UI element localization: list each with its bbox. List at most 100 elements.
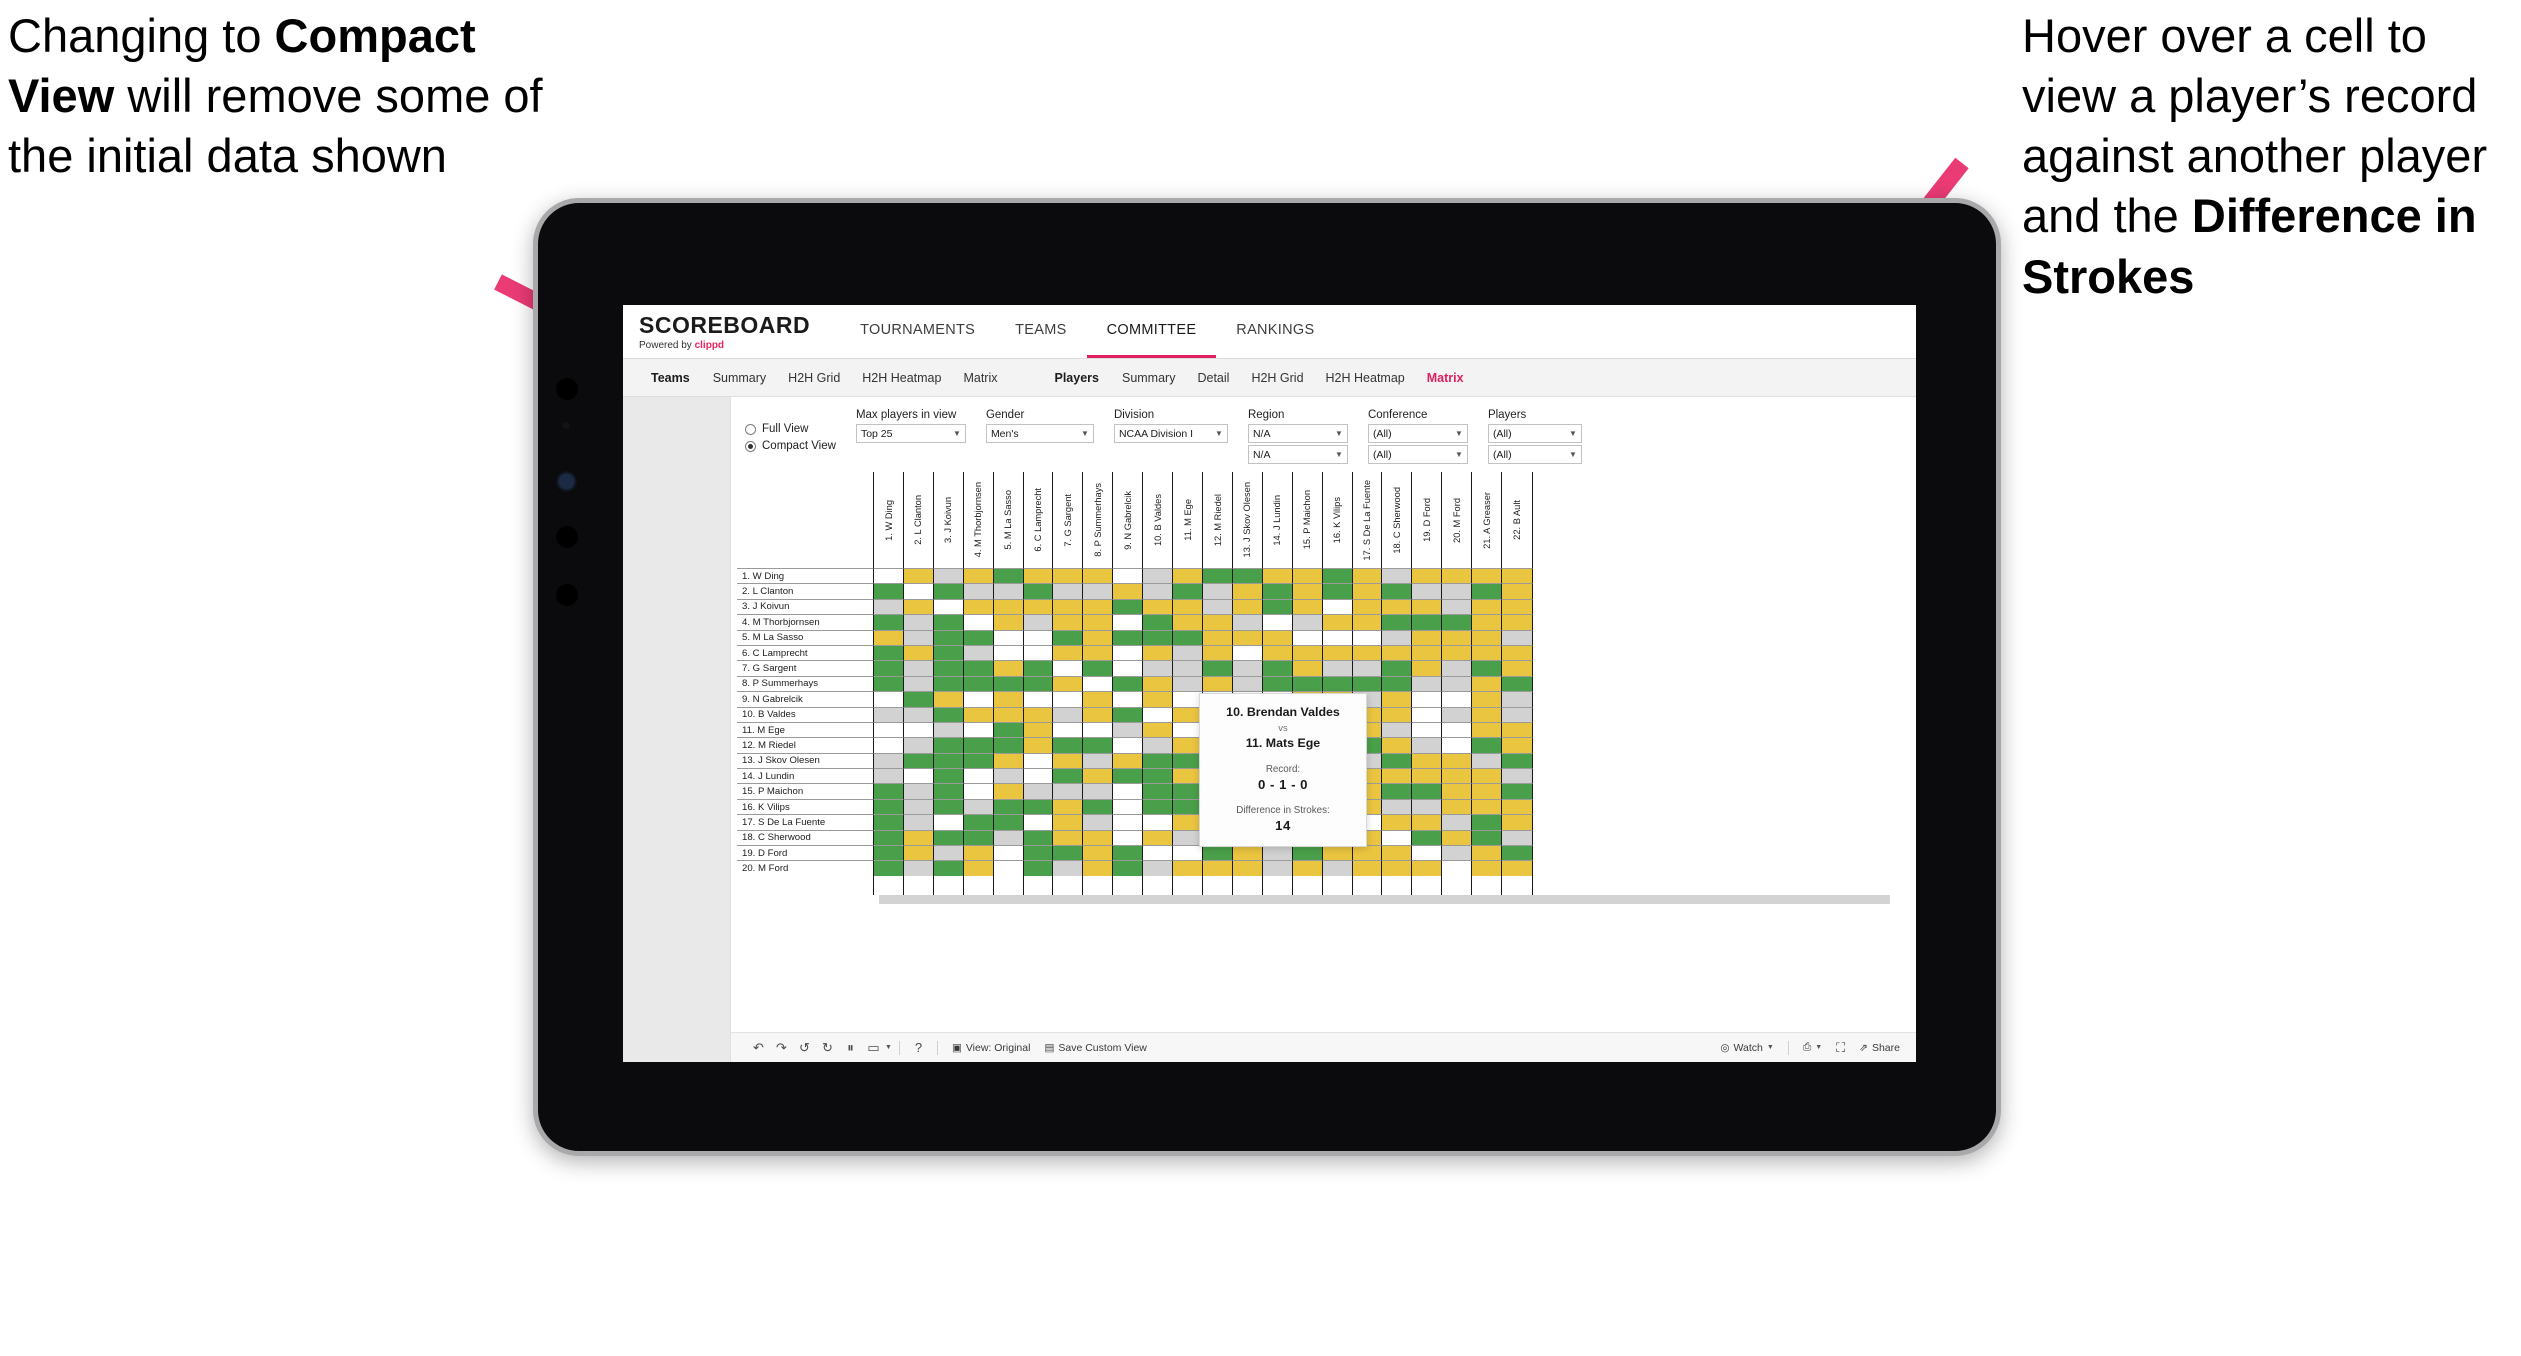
matrix-cell[interactable] <box>932 752 965 769</box>
matrix-cell[interactable] <box>1471 629 1503 645</box>
matrix-cell[interactable] <box>1052 737 1084 753</box>
tab-committee[interactable]: COMMITTEE <box>1086 305 1217 358</box>
matrix-cell[interactable] <box>1381 691 1413 707</box>
matrix-cell[interactable] <box>1142 752 1174 769</box>
matrix-cell[interactable] <box>1142 691 1174 707</box>
matrix-cell[interactable] <box>932 583 965 599</box>
matrix-cell[interactable] <box>1321 860 1354 876</box>
matrix-cell[interactable] <box>992 829 1025 846</box>
matrix-cell[interactable] <box>902 568 935 584</box>
matrix-cell[interactable] <box>1172 660 1204 676</box>
matrix-cell[interactable] <box>1142 598 1174 615</box>
matrix-cell[interactable] <box>902 691 935 707</box>
matrix-cell[interactable] <box>873 660 905 676</box>
matrix-cell[interactable] <box>1411 829 1443 846</box>
filter-max-players-select[interactable]: Top 25 ▼ <box>855 424 966 443</box>
matrix-cell[interactable] <box>1142 706 1174 722</box>
matrix-cell[interactable] <box>1201 614 1234 630</box>
matrix-cell[interactable] <box>1381 768 1413 784</box>
matrix-cell[interactable] <box>1082 583 1114 599</box>
matrix-cell[interactable] <box>902 845 935 861</box>
matrix-cell[interactable] <box>962 691 995 707</box>
matrix-cell[interactable] <box>1501 829 1533 846</box>
matrix-cell[interactable] <box>873 721 905 738</box>
matrix-cell[interactable] <box>873 783 905 799</box>
matrix-cell[interactable] <box>1291 675 1324 692</box>
matrix-cell[interactable] <box>1022 752 1055 769</box>
matrix-cell[interactable] <box>1231 568 1264 584</box>
matrix-cell[interactable] <box>1501 845 1533 861</box>
matrix-cell[interactable] <box>1082 721 1114 738</box>
matrix-cell[interactable] <box>1261 644 1294 661</box>
matrix-cell[interactable] <box>1411 675 1443 692</box>
matrix-cell[interactable] <box>1052 783 1084 799</box>
filter-division-select[interactable]: NCAA Division I ▼ <box>1113 424 1228 443</box>
matrix-cell[interactable] <box>1231 644 1264 661</box>
matrix-cell[interactable] <box>1201 598 1234 615</box>
matrix-cell[interactable] <box>992 660 1025 676</box>
matrix-cell[interactable] <box>1052 614 1084 630</box>
matrix-cell[interactable] <box>873 752 905 769</box>
matrix-cell[interactable] <box>1082 706 1114 722</box>
matrix-cell[interactable] <box>902 768 935 784</box>
filter-region-select-2[interactable]: N/A ▼ <box>1247 445 1348 464</box>
matrix-cell[interactable] <box>1501 660 1533 676</box>
help-icon[interactable]: ? <box>907 1038 930 1058</box>
matrix-cell[interactable] <box>1082 568 1114 584</box>
matrix-cell[interactable] <box>902 675 935 692</box>
matrix-cell[interactable] <box>1172 675 1204 692</box>
matrix-cell[interactable] <box>1112 768 1144 784</box>
matrix-cell[interactable] <box>1291 614 1324 630</box>
matrix-cell[interactable] <box>1321 629 1354 645</box>
matrix-cell[interactable] <box>1471 706 1503 722</box>
matrix-cell[interactable] <box>1172 598 1204 615</box>
matrix-cell[interactable] <box>1411 568 1443 584</box>
matrix-cell[interactable] <box>1142 768 1174 784</box>
matrix-cell[interactable] <box>1471 798 1503 815</box>
matrix-cell[interactable] <box>902 737 935 753</box>
matrix-cell[interactable] <box>1381 845 1413 861</box>
matrix-cell[interactable] <box>1022 691 1055 707</box>
matrix-cell[interactable] <box>992 814 1025 830</box>
matrix-cell[interactable] <box>1321 660 1354 676</box>
matrix-cell[interactable] <box>1022 568 1055 584</box>
matrix-cell[interactable] <box>992 629 1025 645</box>
matrix-cell[interactable] <box>932 721 965 738</box>
matrix-cell[interactable] <box>1471 752 1503 769</box>
matrix-cell[interactable] <box>902 860 935 876</box>
matrix-cell[interactable] <box>1112 814 1144 830</box>
share-button[interactable]: ⇗ Share <box>1852 1042 1916 1054</box>
matrix-cell[interactable] <box>932 814 965 830</box>
matrix-cell[interactable] <box>873 845 905 861</box>
matrix-cell[interactable] <box>1022 598 1055 615</box>
matrix-cell[interactable] <box>992 752 1025 769</box>
filter-players-select-1[interactable]: (All) ▼ <box>1487 424 1582 443</box>
matrix-cell[interactable] <box>1082 845 1114 861</box>
matrix-cell[interactable] <box>1231 629 1264 645</box>
matrix-cell[interactable] <box>1441 768 1473 784</box>
matrix-cell[interactable] <box>1082 644 1114 661</box>
matrix-cell[interactable] <box>1022 860 1055 876</box>
matrix-cell[interactable] <box>932 568 965 584</box>
matrix-cell[interactable] <box>962 660 995 676</box>
watch-button[interactable]: ◎ Watch ▼ <box>1713 1042 1780 1054</box>
matrix-cell[interactable] <box>1052 644 1084 661</box>
matrix-cell[interactable] <box>873 598 905 615</box>
matrix-cell[interactable] <box>1172 845 1204 861</box>
matrix-cell[interactable] <box>1112 752 1144 769</box>
subnav-players-summary[interactable]: Summary <box>1111 367 1186 389</box>
matrix-cell[interactable] <box>1291 845 1324 861</box>
matrix-cell[interactable] <box>1052 706 1084 722</box>
matrix-cell[interactable] <box>1471 675 1503 692</box>
matrix-cell[interactable] <box>1501 814 1533 830</box>
matrix-cell[interactable] <box>1261 583 1294 599</box>
matrix-cell[interactable] <box>1112 629 1144 645</box>
matrix-cell[interactable] <box>1471 829 1503 846</box>
matrix-cell[interactable] <box>1052 768 1084 784</box>
matrix-cell[interactable] <box>1381 644 1413 661</box>
matrix-cell[interactable] <box>1112 598 1144 615</box>
matrix-cell[interactable] <box>1142 814 1174 830</box>
matrix-cell[interactable] <box>1082 860 1114 876</box>
matrix-cell[interactable] <box>962 783 995 799</box>
matrix-cell[interactable] <box>873 691 905 707</box>
